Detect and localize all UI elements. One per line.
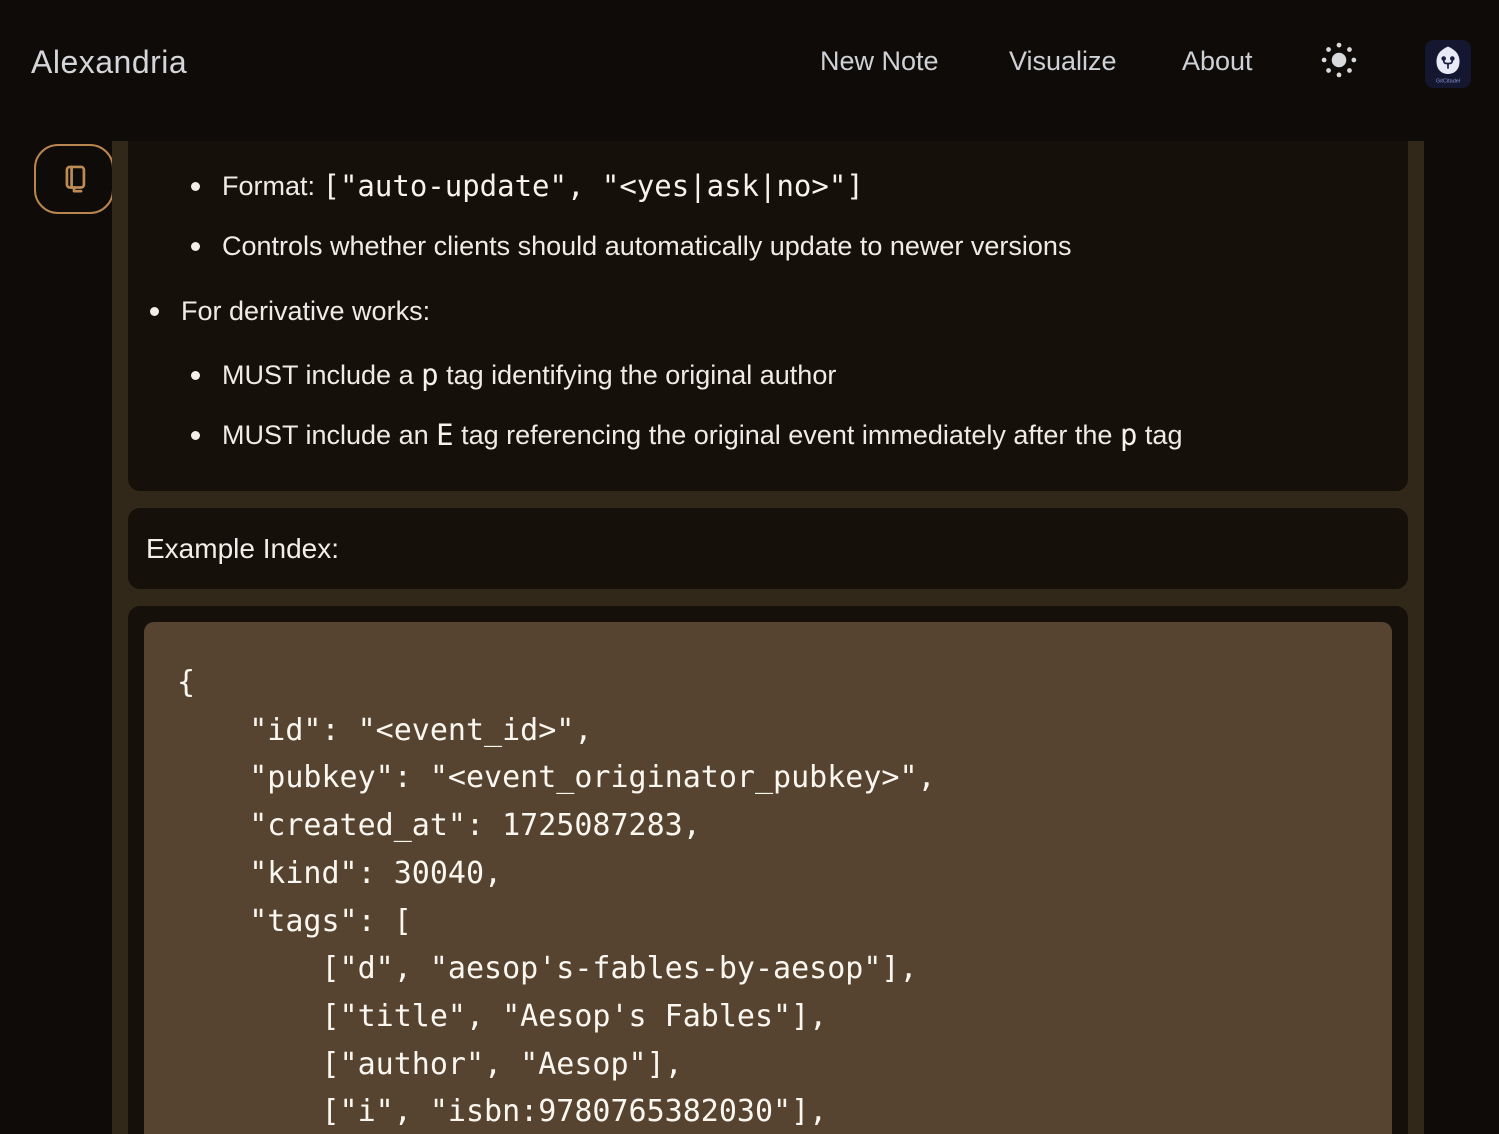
- theme-toggle-button[interactable]: [1320, 41, 1358, 79]
- bullet-marker: [150, 307, 159, 316]
- inline-code: E: [436, 418, 453, 452]
- bullet-item: MUST include a p tag identifying the ori…: [128, 355, 1378, 395]
- gitcitadel-logo[interactable]: GitCitadel: [1425, 40, 1471, 88]
- bullet-marker: [191, 182, 200, 191]
- book-icon: [57, 162, 91, 196]
- bullet-item: MUST include an E tag referencing the or…: [128, 415, 1378, 455]
- json-code-text: { "id": "<event_id>", "pubkey": "<event_…: [177, 659, 1368, 1134]
- app-title[interactable]: Alexandria: [31, 44, 187, 81]
- spec-guidelines-card: Format: ["auto-update", "<yes|ask|no>"] C…: [128, 141, 1408, 491]
- bullet-marker: [191, 431, 200, 440]
- example-index-label: Example Index:: [146, 533, 339, 565]
- example-index-card: Example Index:: [128, 508, 1408, 589]
- inline-code: ["auto-update", "<yes|ask|no>"]: [323, 169, 864, 203]
- inline-code: p: [1120, 418, 1137, 452]
- inline-code: p: [421, 358, 438, 392]
- sun-icon: [1320, 41, 1358, 79]
- json-code-panel[interactable]: { "id": "<event_id>", "pubkey": "<event_…: [144, 622, 1392, 1134]
- guidelines-bullet-list: Format: ["auto-update", "<yes|ask|no>"] C…: [128, 166, 1378, 455]
- bullet-marker: [191, 242, 200, 251]
- bullet-item: For derivative works:: [128, 291, 1378, 331]
- document-scroll-pane[interactable]: Format: ["auto-update", "<yes|ask|no>"] C…: [112, 141, 1424, 1134]
- code-block-card: { "id": "<event_id>", "pubkey": "<event_…: [128, 606, 1408, 1134]
- bullet-marker: [191, 371, 200, 380]
- bullet-item: Controls whether clients should automati…: [128, 226, 1378, 266]
- bullet-item: Format: ["auto-update", "<yes|ask|no>"]: [128, 166, 1378, 206]
- top-nav-bar: Alexandria New Note Visualize About: [0, 0, 1499, 130]
- nav-item-new-note[interactable]: New Note: [820, 46, 939, 77]
- svg-text:GitCitadel: GitCitadel: [1436, 79, 1460, 85]
- nav-item-about[interactable]: About: [1182, 46, 1253, 77]
- nav-item-visualize[interactable]: Visualize: [1009, 46, 1117, 77]
- reader-sidebar-toggle-button[interactable]: [34, 144, 114, 214]
